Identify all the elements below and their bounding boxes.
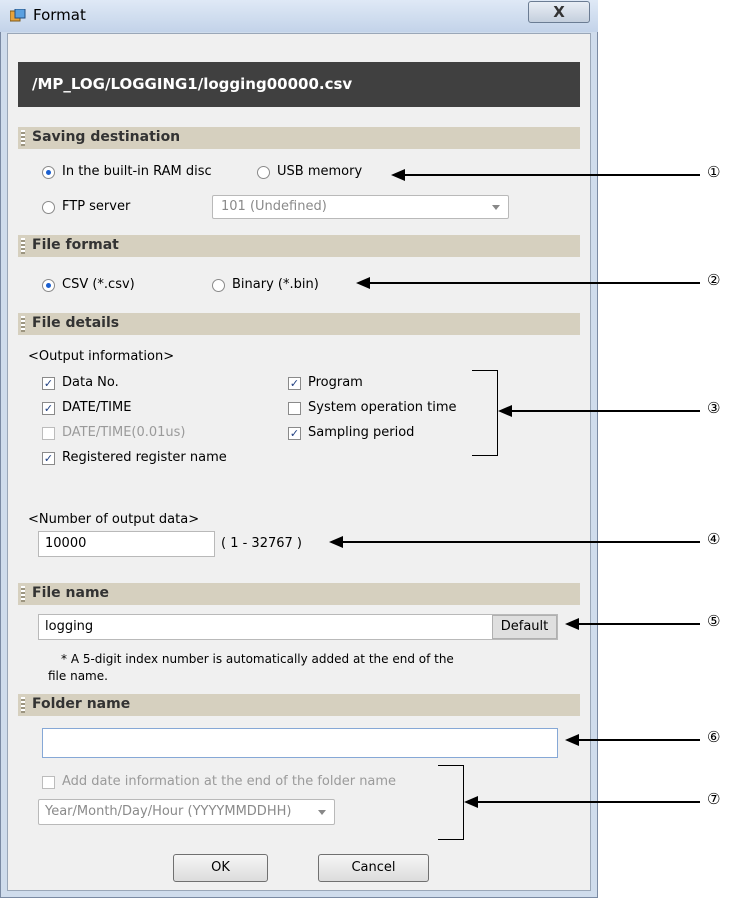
section-title: Saving destination [32,129,181,145]
grip-icon [21,130,25,146]
system-operation-time-checkbox[interactable] [288,402,301,415]
csv-label: CSV (*.csv) [62,277,135,292]
number-output-data-range: ( 1 - 32767 ) [221,536,302,551]
number-output-data-label: <Number of output data> [28,512,200,527]
date-format-select[interactable]: Year/Month/Day/Hour (YYYYMMDDHH) [38,799,335,825]
data-no-checkbox[interactable]: ✓ [42,377,55,390]
window-title: Format [33,6,86,24]
chevron-down-icon [318,810,326,815]
section-title: File details [32,315,120,331]
callout-line-5 [579,623,700,625]
add-date-label: Add date information at the end of the f… [62,774,397,789]
data-no-label: Data No. [62,375,119,390]
callout-line-1 [405,174,700,176]
callout-bracket-3 [472,370,498,456]
callout-arrowhead-2 [356,277,370,289]
cancel-button[interactable]: Cancel [318,854,429,882]
section-folder-name: Folder name [18,694,580,716]
usb-memory-label: USB memory [277,164,363,179]
section-file-format: File format [18,235,580,257]
ftp-server-select-value: 101 (Undefined) [221,199,327,214]
section-title: Folder name [32,696,131,712]
grip-icon [21,586,25,602]
registered-register-name-checkbox[interactable]: ✓ [42,452,55,465]
ok-button[interactable]: OK [173,854,268,882]
callout-number-2: ② [707,271,721,289]
grip-icon [21,238,25,254]
file-name-note-line2: file name. [48,669,108,683]
callout-number-5: ⑤ [707,612,721,630]
date-time-001us-checkbox[interactable] [42,427,55,440]
program-label: Program [308,375,363,390]
callout-arrowhead-6 [565,734,579,746]
section-file-details: File details [18,313,580,335]
add-date-checkbox[interactable] [42,776,55,789]
grip-icon [21,316,25,332]
number-output-data-value: 10000 [45,536,87,551]
output-information-label: <Output information> [28,349,175,364]
ftp-server-select[interactable]: 101 (Undefined) [212,195,509,219]
csv-radio[interactable] [42,279,55,292]
registered-register-name-label: Registered register name [62,450,227,465]
callout-bracket-7 [438,765,464,840]
section-title: File name [32,585,110,601]
callout-number-7: ⑦ [707,790,721,808]
binary-label: Binary (*.bin) [232,277,319,292]
callout-number-1: ① [707,163,721,181]
file-name-input[interactable]: logging [38,614,558,640]
app-icon [9,8,26,23]
file-name-value: logging [45,619,94,634]
binary-radio[interactable] [212,279,225,292]
callout-arrowhead-4 [329,536,343,548]
program-checkbox[interactable]: ✓ [288,377,301,390]
callout-arrowhead-3 [498,405,512,417]
sampling-period-label: Sampling period [308,425,415,440]
sampling-period-checkbox[interactable]: ✓ [288,427,301,440]
callout-arrowhead-7 [464,796,478,808]
callout-number-3: ③ [707,399,721,417]
section-title: File format [32,237,119,253]
callout-number-6: ⑥ [707,728,721,746]
date-time-001us-label: DATE/TIME(0.01us) [62,425,186,440]
ram-disc-radio[interactable] [42,166,55,179]
date-time-checkbox[interactable]: ✓ [42,402,55,415]
ftp-server-label: FTP server [62,199,131,214]
callout-line-2 [370,282,700,284]
callout-arrowhead-1 [391,169,405,181]
title-bar[interactable] [0,0,598,32]
default-button[interactable]: Default [492,615,557,639]
number-output-data-input[interactable]: 10000 [38,531,215,557]
close-button[interactable]: X [528,1,590,23]
callout-line-6 [579,739,700,741]
callout-line-7 [478,801,700,803]
date-format-select-value: Year/Month/Day/Hour (YYYYMMDDHH) [45,804,292,819]
callout-line-4 [343,541,700,543]
close-icon: X [553,3,565,21]
grip-icon [21,697,25,713]
folder-name-input[interactable] [42,728,558,758]
callout-arrowhead-5 [565,618,579,630]
callout-number-4: ④ [707,530,721,548]
section-file-name: File name [18,583,580,605]
file-name-note-line1: * A 5-digit index number is automaticall… [61,652,454,666]
chevron-down-icon [492,205,500,210]
system-operation-time-label: System operation time [308,400,457,415]
usb-memory-radio[interactable] [257,166,270,179]
ram-disc-label: In the built-in RAM disc [62,164,212,179]
file-path-display: /MP_LOG/LOGGING1/logging00000.csv [18,62,580,107]
date-time-label: DATE/TIME [62,400,132,415]
callout-line-3 [512,410,700,412]
section-saving-destination: Saving destination [18,127,580,149]
ftp-server-radio[interactable] [42,201,55,214]
